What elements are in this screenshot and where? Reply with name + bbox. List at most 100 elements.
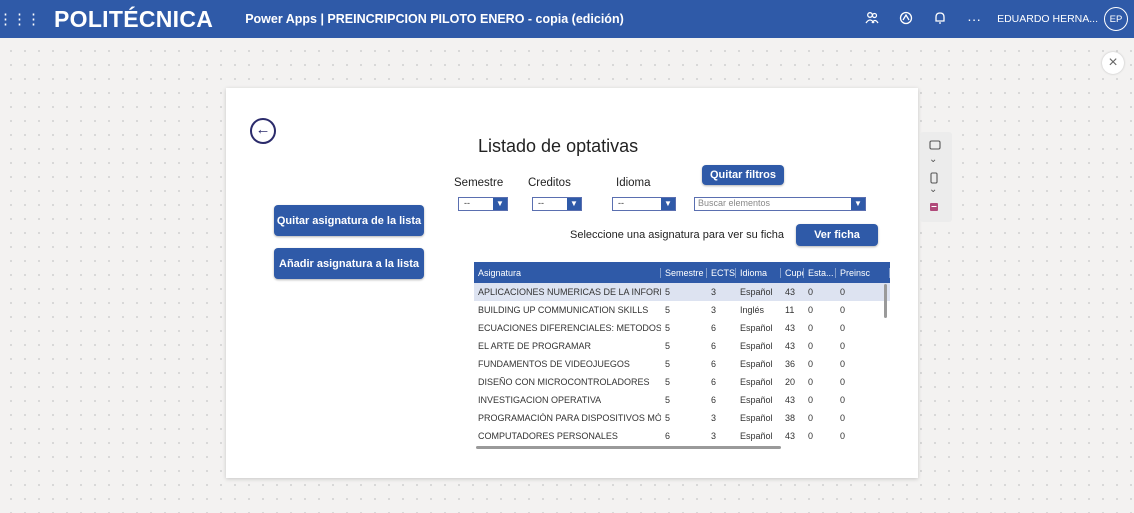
search-placeholder: Buscar elementos bbox=[698, 198, 771, 208]
column-header[interactable]: Asignatura bbox=[474, 267, 661, 278]
user-name[interactable]: EDUARDO HERNA... bbox=[997, 13, 1098, 25]
creditos-dropdown[interactable]: -- ▼ bbox=[532, 197, 582, 211]
table-cell: ECUACIONES DIFERENCIALES: METODOS Y ... bbox=[478, 323, 661, 333]
bell-icon[interactable] bbox=[923, 11, 957, 28]
avatar[interactable]: EP bbox=[1104, 7, 1128, 31]
more-icon[interactable]: ··· bbox=[957, 11, 991, 27]
table-row[interactable]: ECUACIONES DIFERENCIALES: METODOS Y ... … bbox=[474, 319, 890, 337]
top-bar: ⋮⋮⋮ POLITÉCNICA Power Apps | PREINCRIPCI… bbox=[0, 0, 1134, 38]
table-cell: 0 bbox=[808, 395, 814, 405]
table-cell: 5 bbox=[665, 395, 671, 405]
remove-subject-button[interactable]: Quitar asignatura de la lista bbox=[274, 205, 424, 236]
column-header[interactable]: Cupo bbox=[781, 267, 804, 278]
idioma-label: Idioma bbox=[616, 177, 651, 189]
table-cell: 38 bbox=[785, 413, 796, 423]
table-cell: 43 bbox=[785, 431, 796, 441]
table-cell: 20 bbox=[785, 377, 796, 387]
subjects-table[interactable]: Asignatura Semestre ECTS Idioma Cupo Est… bbox=[474, 262, 890, 450]
table-cell: 3 bbox=[711, 413, 717, 423]
table-row[interactable]: BUILDING UP COMMUNICATION SKILLS 5 3 Ing… bbox=[474, 301, 890, 319]
table-cell: 0 bbox=[808, 431, 814, 441]
table-cell: 0 bbox=[840, 305, 846, 315]
table-cell: APLICACIONES NUMERICAS DE LA INFORM... bbox=[478, 287, 661, 297]
vertical-scrollbar[interactable] bbox=[884, 284, 887, 318]
table-cell: 5 bbox=[665, 413, 671, 423]
table-cell: INVESTIGACION OPERATIVA bbox=[478, 395, 602, 405]
chevron-down-icon[interactable]: ⌄ bbox=[929, 184, 937, 195]
people-icon[interactable] bbox=[855, 11, 889, 28]
idioma-dropdown[interactable]: -- ▼ bbox=[612, 197, 676, 211]
table-cell: 43 bbox=[785, 341, 796, 351]
column-header[interactable]: Esta... bbox=[804, 267, 836, 278]
chevron-down-icon: ▼ bbox=[493, 198, 507, 210]
table-cell: 0 bbox=[808, 305, 814, 315]
table-cell: 6 bbox=[711, 395, 717, 405]
search-combobox[interactable]: Buscar elementos ▼ bbox=[694, 197, 866, 211]
table-cell: BUILDING UP COMMUNICATION SKILLS bbox=[478, 305, 649, 315]
table-cell: EL ARTE DE PROGRAMAR bbox=[478, 341, 592, 351]
table-row[interactable]: APLICACIONES NUMERICAS DE LA INFORM... 5… bbox=[474, 283, 890, 301]
table-cell: Español bbox=[740, 359, 773, 369]
table-cell: 5 bbox=[665, 377, 671, 387]
column-header[interactable]: Preinsc bbox=[836, 267, 890, 278]
semestre-label: Semestre bbox=[454, 177, 504, 189]
creditos-label: Creditos bbox=[528, 177, 571, 189]
table-cell: 0 bbox=[840, 377, 846, 387]
table-cell: FUNDAMENTOS DE VIDEOJUEGOS bbox=[478, 359, 630, 369]
table-cell: 5 bbox=[665, 287, 671, 297]
table-row[interactable]: FUNDAMENTOS DE VIDEOJUEGOS 5 6 Español 3… bbox=[474, 355, 890, 373]
table-cell: 5 bbox=[665, 305, 671, 315]
table-cell: Español bbox=[740, 323, 773, 333]
table-row[interactable]: INVESTIGACION OPERATIVA 5 6 Español 43 0… bbox=[474, 391, 890, 409]
table-cell: 5 bbox=[665, 341, 671, 351]
table-cell: 0 bbox=[840, 431, 846, 441]
table-cell: 0 bbox=[808, 287, 814, 297]
table-cell: DISEÑO CON MICROCONTROLADORES bbox=[478, 377, 650, 387]
table-cell: 6 bbox=[711, 341, 717, 351]
table-cell: PROGRAMACIÓN PARA DISPOSITIVOS MÓ... bbox=[478, 413, 661, 423]
back-arrow-icon[interactable]: ← bbox=[250, 118, 276, 144]
app-preview-icon[interactable] bbox=[929, 202, 939, 215]
app-title: Power Apps | PREINCRIPCION PILOTO ENERO … bbox=[245, 12, 624, 26]
close-icon[interactable]: × bbox=[1102, 52, 1124, 74]
table-cell: 0 bbox=[840, 413, 846, 423]
table-cell: 6 bbox=[711, 377, 717, 387]
hint-text: Seleccione una asignatura para ver su fi… bbox=[570, 229, 785, 241]
table-cell: 6 bbox=[711, 359, 717, 369]
table-row[interactable]: PROGRAMACIÓN PARA DISPOSITIVOS MÓ... 5 3… bbox=[474, 409, 890, 427]
chevron-down-icon: ▼ bbox=[567, 198, 581, 210]
horizontal-scrollbar[interactable] bbox=[476, 446, 781, 449]
creditos-value: -- bbox=[538, 198, 544, 208]
table-header: Asignatura Semestre ECTS Idioma Cupo Est… bbox=[474, 262, 890, 283]
table-cell: Español bbox=[740, 413, 773, 423]
top-bar-actions: ··· EDUARDO HERNA... EP bbox=[855, 0, 1128, 38]
app-canvas: ← Listado de optativas Semestre Creditos… bbox=[226, 88, 918, 478]
add-subject-button[interactable]: Añadir asignatura a la lista bbox=[274, 248, 424, 279]
view-sheet-button[interactable]: Ver ficha bbox=[796, 224, 878, 246]
table-cell: 0 bbox=[808, 377, 814, 387]
table-row[interactable]: EL ARTE DE PROGRAMAR 5 6 Español 43 0 0 bbox=[474, 337, 890, 355]
flow-icon[interactable] bbox=[889, 11, 923, 28]
chevron-down-icon: ▼ bbox=[851, 198, 865, 210]
table-cell: 5 bbox=[665, 323, 671, 333]
table-cell: 11 bbox=[785, 305, 795, 315]
table-cell: Español bbox=[740, 431, 773, 441]
column-header[interactable]: ECTS bbox=[707, 267, 736, 278]
column-header[interactable]: Semestre bbox=[661, 267, 707, 278]
semestre-value: -- bbox=[464, 198, 470, 208]
table-row[interactable]: DISEÑO CON MICROCONTROLADORES 5 6 Españo… bbox=[474, 373, 890, 391]
table-cell: 0 bbox=[840, 395, 846, 405]
column-header[interactable]: Idioma bbox=[736, 267, 781, 278]
app-launcher-icon[interactable]: ⋮⋮⋮ bbox=[0, 0, 41, 38]
table-cell: 0 bbox=[840, 323, 846, 333]
clear-filters-button[interactable]: Quitar filtros bbox=[702, 165, 784, 185]
table-cell: Español bbox=[740, 395, 773, 405]
table-cell: 0 bbox=[808, 323, 814, 333]
table-cell: Inglés bbox=[740, 305, 765, 315]
table-cell: 43 bbox=[785, 287, 796, 297]
chevron-down-icon: ▼ bbox=[661, 198, 675, 210]
tablet-icon[interactable] bbox=[929, 140, 941, 153]
table-row[interactable]: COMPUTADORES PERSONALES 6 3 Español 43 0… bbox=[474, 427, 890, 445]
chevron-down-icon[interactable]: ⌄ bbox=[929, 154, 937, 165]
semestre-dropdown[interactable]: -- ▼ bbox=[458, 197, 508, 211]
